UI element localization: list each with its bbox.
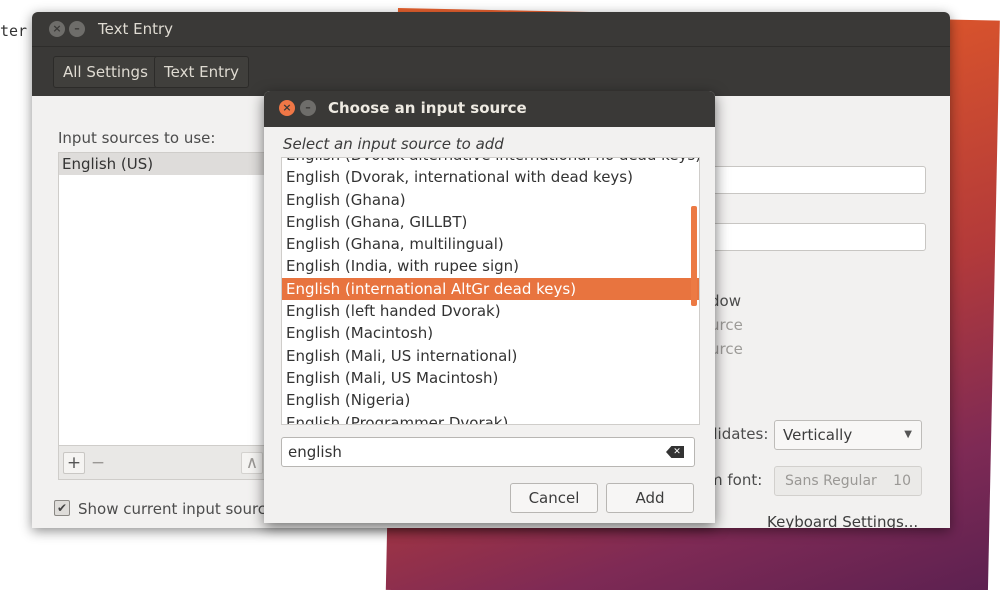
- font-size: 10: [893, 473, 911, 489]
- window-titlebar: × – Text Entry: [32, 12, 950, 46]
- search-input[interactable]: english ✕: [281, 437, 695, 467]
- minimize-icon[interactable]: –: [69, 21, 85, 37]
- list-item[interactable]: English (Programmer Dvorak): [282, 412, 699, 424]
- close-icon[interactable]: ×: [49, 21, 65, 37]
- list-item[interactable]: English (Mali, US international): [282, 345, 699, 367]
- search-value: english: [288, 443, 342, 461]
- input-source-item[interactable]: English (US): [59, 153, 277, 175]
- show-current-checkbox[interactable]: ✔: [54, 500, 70, 516]
- add-source-button[interactable]: +: [63, 452, 85, 474]
- dialog-title: Choose an input source: [328, 99, 527, 117]
- add-button[interactable]: Add: [606, 483, 694, 513]
- close-icon[interactable]: ×: [279, 100, 295, 116]
- shortcut-field-1[interactable]: [692, 166, 926, 194]
- input-sources-toolbar: + − ∧ ∨: [58, 446, 287, 480]
- candidates-value: Vertically: [783, 426, 853, 444]
- font-name: Sans Regular: [785, 473, 877, 489]
- move-up-button[interactable]: ∧: [241, 452, 263, 474]
- list-item[interactable]: English (Mali, US Macintosh): [282, 367, 699, 389]
- show-current-label: Show current input source: [78, 500, 276, 518]
- dialog-titlebar: × – Choose an input source: [264, 91, 715, 127]
- candidates-label: didates:: [708, 425, 769, 443]
- shortcut-field-2[interactable]: [692, 223, 926, 251]
- custom-font-button[interactable]: Sans Regular 10: [774, 466, 922, 496]
- keyboard-settings-button[interactable]: Keyboard Settings...: [767, 513, 918, 528]
- list-scrollbar[interactable]: [691, 206, 697, 306]
- chevron-down-icon: ▼: [904, 429, 912, 440]
- input-sources-list[interactable]: English (US): [58, 152, 278, 446]
- list-item[interactable]: English (left handed Dvorak): [282, 300, 699, 322]
- list-item[interactable]: English (Dvorak, international with dead…: [282, 166, 699, 188]
- choose-input-source-dialog: × – Choose an input source Select an inp…: [264, 91, 715, 523]
- input-sources-label: Input sources to use:: [58, 129, 216, 147]
- list-item[interactable]: English (Ghana): [282, 189, 699, 211]
- list-item-selected[interactable]: English (international AltGr dead keys): [282, 277, 699, 301]
- text-entry-breadcrumb-button[interactable]: Text Entry: [154, 56, 250, 88]
- list-item[interactable]: English (Ghana, multilingual): [282, 233, 699, 255]
- list-item[interactable]: English (Nigeria): [282, 389, 699, 411]
- list-item[interactable]: English (Dvorak alternative internationa…: [282, 158, 699, 166]
- list-item[interactable]: English (Ghana, GILLBT): [282, 211, 699, 233]
- all-settings-button[interactable]: All Settings: [53, 56, 158, 88]
- dialog-subtitle: Select an input source to add: [283, 135, 504, 153]
- minimize-icon[interactable]: –: [300, 100, 316, 116]
- input-source-list[interactable]: English (Dvorak alternative internationa…: [281, 157, 700, 425]
- clear-icon[interactable]: ✕: [666, 446, 684, 458]
- remove-source-button[interactable]: −: [87, 452, 109, 474]
- list-item[interactable]: English (Macintosh): [282, 322, 699, 344]
- terminal-text-fragment: ter: [0, 22, 28, 40]
- list-item[interactable]: English (India, with rupee sign): [282, 255, 699, 277]
- candidates-dropdown[interactable]: Vertically ▼: [774, 420, 922, 450]
- cancel-button[interactable]: Cancel: [510, 483, 598, 513]
- window-title: Text Entry: [98, 20, 174, 38]
- header-bar: All Settings Text Entry: [32, 46, 950, 96]
- custom-font-label: m font:: [708, 471, 763, 489]
